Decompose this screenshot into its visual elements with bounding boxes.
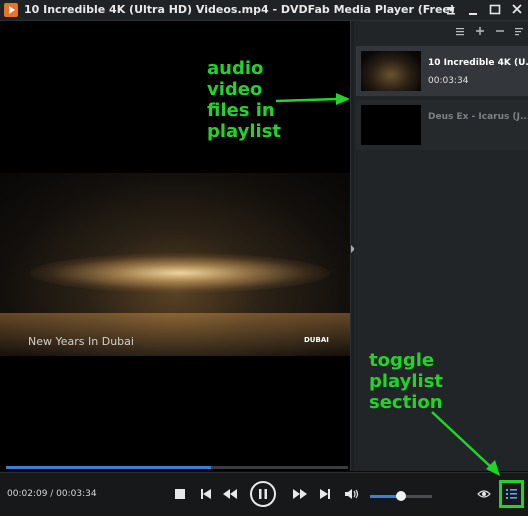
annotation-arrowhead-toggle: [486, 460, 500, 476]
annotation-arrow-playlist: [275, 97, 339, 103]
annotation-arrowhead-playlist: [336, 93, 350, 105]
annotation-arrows: [275, 93, 500, 476]
annotation-arrow-toggle: [431, 411, 493, 469]
